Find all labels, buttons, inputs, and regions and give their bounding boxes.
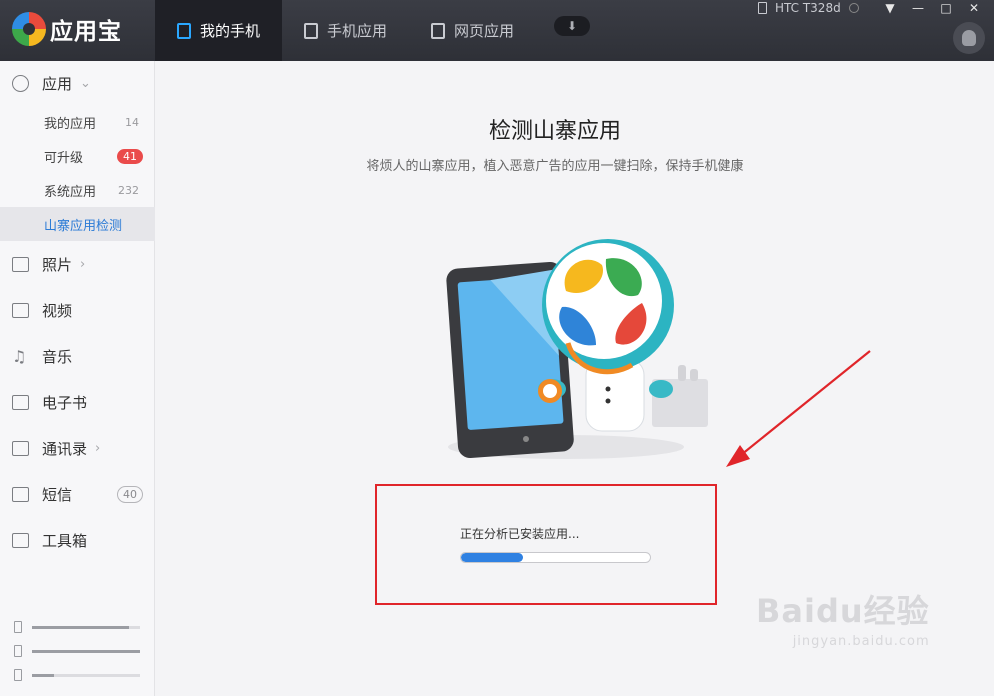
sidebar-item-label: 工具箱 bbox=[42, 531, 88, 550]
device-icon bbox=[758, 2, 767, 14]
tab-label: 网页应用 bbox=[454, 22, 515, 40]
sidebar-item-apps[interactable]: 应用 ⌄ bbox=[0, 61, 155, 105]
sidebar-item-ebook[interactable]: 电子书 bbox=[0, 380, 155, 424]
app-name: 应用宝 bbox=[50, 19, 122, 45]
device-selector[interactable]: HTC T328d bbox=[752, 0, 859, 16]
tab-my-phone[interactable]: 我的手机 bbox=[155, 0, 283, 61]
baidu-watermark: Baidu经验 jingyan.baidu.com bbox=[756, 586, 930, 649]
apps-icon bbox=[12, 74, 29, 92]
sidebar-item-video[interactable]: 视频 bbox=[0, 288, 155, 332]
sidebar-item-label: 应用 bbox=[42, 74, 73, 93]
download-icon: ⬇ bbox=[567, 19, 578, 33]
sidebar-item-label: 照片 bbox=[42, 255, 73, 274]
phone-storage-icon bbox=[14, 621, 22, 633]
page-title: 检测山寨应用 bbox=[488, 119, 621, 144]
minimize-button[interactable]: — bbox=[904, 0, 932, 16]
storage-sd2 bbox=[14, 669, 140, 681]
penguin-icon bbox=[962, 30, 976, 46]
device-menu-icon[interactable] bbox=[848, 3, 859, 13]
tab-label: 手机应用 bbox=[327, 22, 388, 40]
device-name: HTC T328d bbox=[775, 1, 841, 15]
storage-bar-fill bbox=[32, 673, 54, 677]
main-panel: 检测山寨应用 将烦人的山寨应用，植入恶意广告的应用一键扫除，保持手机健康 正在分… bbox=[156, 61, 994, 696]
sidebar-item-label: 短信 bbox=[42, 485, 73, 504]
scan-status-text: 正在分析已安装应用... bbox=[460, 527, 580, 541]
count-label: 232 bbox=[118, 183, 139, 197]
sidebar-item-label: 系统应用 bbox=[44, 184, 97, 200]
title-bar: 应用宝 我的手机 手机应用 网页应用 ⬇ HTC T328d ▼ — □ ✕ bbox=[0, 0, 994, 61]
sidebar-item-toolbox[interactable]: 工具箱 bbox=[0, 518, 155, 562]
storage-sd1 bbox=[14, 645, 140, 657]
chevron-down-icon: ⌄ bbox=[80, 75, 91, 91]
photo-icon bbox=[12, 256, 29, 272]
scan-progress-bar bbox=[460, 552, 651, 563]
close-button[interactable]: ✕ bbox=[960, 0, 988, 16]
sidebar-item-sms[interactable]: 短信 40 bbox=[0, 472, 155, 516]
sidebar-item-label: 山寨应用检测 bbox=[44, 218, 123, 234]
maximize-button[interactable]: □ bbox=[932, 0, 960, 16]
sidebar-item-upgradable[interactable]: 可升级 41 bbox=[0, 139, 155, 173]
sd-card-icon bbox=[14, 669, 22, 681]
sidebar-item-label: 通讯录 bbox=[42, 439, 88, 458]
app-store-icon bbox=[304, 22, 319, 39]
watermark-url: jingyan.baidu.com bbox=[792, 634, 930, 649]
sidebar-item-photos[interactable]: 照片 › bbox=[0, 242, 155, 286]
scan-progress-panel: 正在分析已安装应用... bbox=[375, 484, 717, 605]
sidebar-item-label: 视频 bbox=[42, 301, 73, 320]
qq-avatar[interactable] bbox=[953, 22, 985, 54]
phone-icon bbox=[177, 22, 191, 39]
sidebar-item-label: 可升级 bbox=[44, 150, 84, 166]
contacts-icon bbox=[12, 440, 29, 456]
page-subtitle: 将烦人的山寨应用，植入恶意广告的应用一键扫除，保持手机健康 bbox=[366, 159, 744, 174]
book-icon bbox=[12, 394, 29, 410]
tab-phone-apps[interactable]: 手机应用 bbox=[282, 0, 409, 61]
toolbox-icon bbox=[12, 532, 29, 548]
tab-web-apps[interactable]: 网页应用 bbox=[409, 0, 536, 61]
sidebar-item-fake-app-detect[interactable]: 山寨应用检测 bbox=[0, 207, 155, 241]
sidebar-item-contacts[interactable]: 通讯录 › bbox=[0, 426, 155, 470]
mascot-illustration bbox=[446, 239, 708, 459]
logo-icon bbox=[12, 12, 46, 46]
tab-label: 我的手机 bbox=[200, 22, 261, 40]
storage-bar-fill bbox=[32, 649, 140, 653]
sidebar-item-label: 音乐 bbox=[42, 347, 73, 366]
message-icon bbox=[12, 486, 29, 502]
main-nav: 我的手机 手机应用 网页应用 ⬇ bbox=[155, 0, 591, 61]
video-icon bbox=[12, 302, 29, 318]
sd-card-icon bbox=[14, 645, 22, 657]
update-badge: 41 bbox=[117, 148, 143, 164]
chevron-right-icon: › bbox=[95, 440, 101, 456]
app-logo[interactable]: 应用宝 bbox=[12, 9, 122, 49]
watermark-text: Baidu经验 bbox=[756, 592, 930, 630]
scan-progress-fill bbox=[461, 553, 524, 562]
storage-bar-fill bbox=[32, 625, 130, 629]
download-button[interactable]: ⬇ bbox=[554, 16, 591, 36]
sidebar: 应用 ⌄ 我的应用 14 可升级 41 系统应用 232 山寨应用检测 照片 ›… bbox=[0, 61, 155, 696]
chevron-right-icon: › bbox=[80, 256, 86, 272]
web-page-icon bbox=[431, 22, 446, 39]
window-controls: ▼ — □ ✕ bbox=[876, 0, 988, 16]
sidebar-item-music[interactable]: ♫ 音乐 bbox=[0, 334, 155, 378]
music-icon: ♫ bbox=[12, 346, 27, 366]
count-badge: 40 bbox=[117, 485, 143, 503]
sidebar-item-my-apps[interactable]: 我的应用 14 bbox=[0, 105, 155, 139]
menu-button[interactable]: ▼ bbox=[876, 0, 904, 16]
count-label: 14 bbox=[125, 115, 139, 129]
sidebar-item-system-apps[interactable]: 系统应用 232 bbox=[0, 173, 155, 207]
sidebar-item-label: 电子书 bbox=[42, 393, 88, 412]
storage-phone bbox=[14, 621, 140, 633]
sidebar-item-label: 我的应用 bbox=[44, 116, 97, 132]
